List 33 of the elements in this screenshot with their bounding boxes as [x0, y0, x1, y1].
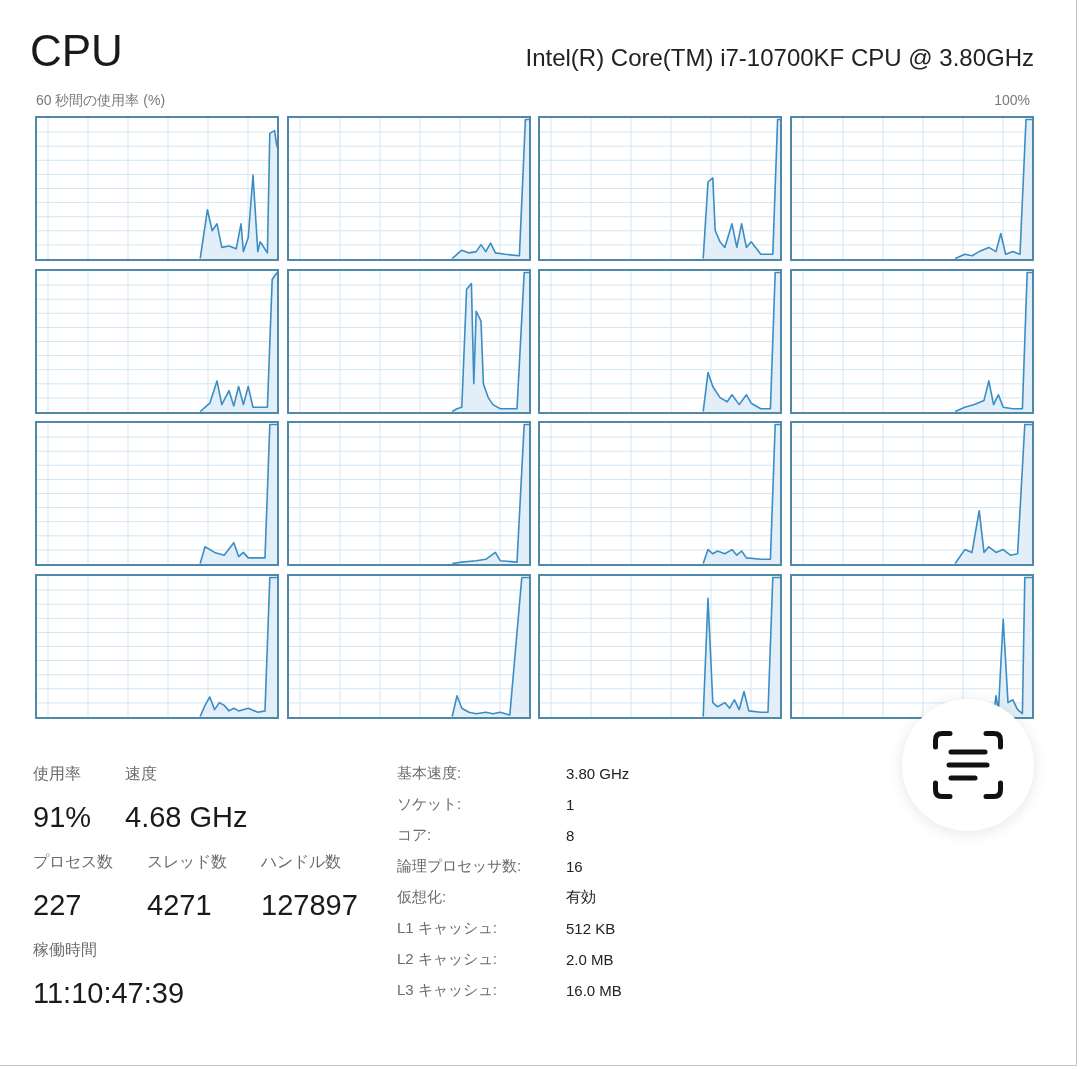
detail-value: 16.0 MB	[566, 981, 623, 999]
detail-value: 1	[566, 795, 576, 813]
stat-value: 4271	[147, 887, 213, 923]
stat-label: 使用率	[33, 763, 82, 784]
detail-label: コア:	[397, 825, 433, 845]
detail-value: 16	[566, 857, 584, 875]
stat-value: 227	[33, 887, 83, 923]
detail-label: L2 キャッシュ:	[397, 949, 499, 969]
stat-value: 4.68 GHz	[125, 799, 248, 835]
scan-text-icon	[933, 731, 1003, 799]
detail-value: 8	[566, 826, 576, 844]
graph-max-label: 100%	[994, 91, 1030, 109]
stat-label: プロセス数	[33, 851, 113, 872]
detail-value: 2.0 MB	[566, 950, 615, 968]
stat-label: ハンドル数	[261, 851, 342, 872]
detail-label: L1 キャッシュ:	[397, 918, 499, 938]
detail-label: 基本速度:	[397, 763, 463, 783]
graph-caption: 60 秒間の使用率 (%)	[36, 91, 166, 109]
stat-label: 速度	[125, 763, 159, 784]
detail-label: 論理プロセッサ数:	[397, 856, 523, 876]
stat-value: 127897	[261, 887, 358, 923]
stat-label: 稼働時間	[33, 939, 98, 960]
detail-label: L3 キャッシュ:	[397, 980, 499, 1000]
stat-value: 91%	[33, 799, 92, 835]
page-title: CPU	[30, 25, 123, 77]
stat-value: 11:10:47:39	[33, 975, 185, 1011]
detail-value: 有効	[566, 887, 597, 907]
detail-label: 仮想化:	[397, 887, 448, 907]
detail-value: 3.80 GHz	[566, 764, 630, 782]
processor-name: Intel(R) Core(TM) i7-10700KF CPU @ 3.80GHz	[525, 43, 1034, 73]
detail-value: 512 KB	[566, 919, 617, 937]
detail-label: ソケット:	[397, 794, 463, 814]
stat-label: スレッド数	[147, 851, 227, 872]
